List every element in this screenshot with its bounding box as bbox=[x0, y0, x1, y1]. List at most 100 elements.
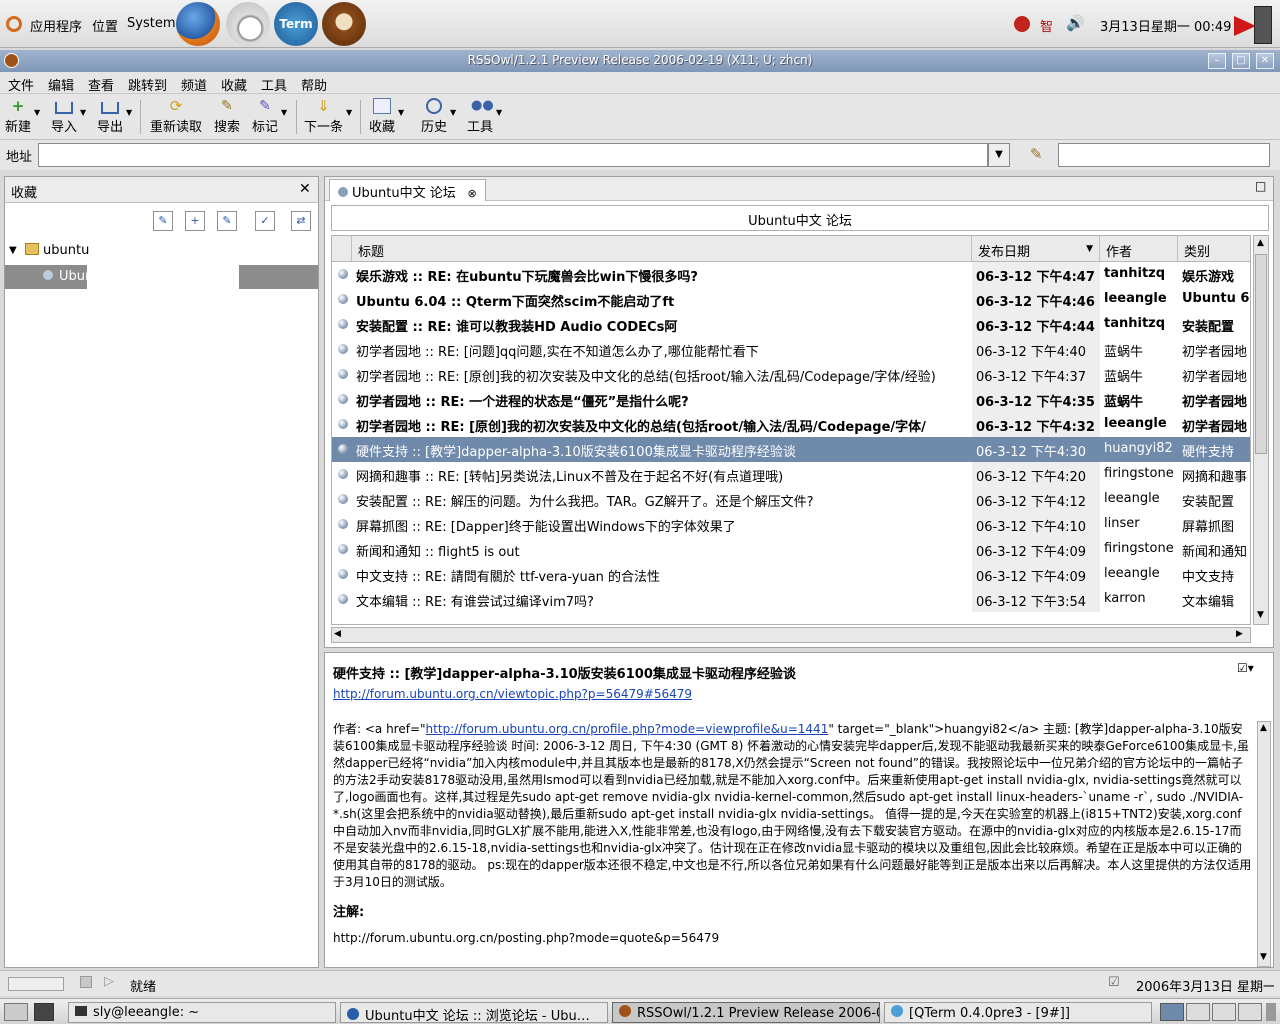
menu-file[interactable]: 文件 bbox=[8, 75, 34, 94]
close-icon[interactable]: ✕ bbox=[299, 181, 311, 197]
status-check-icon[interactable]: ☑ bbox=[1108, 975, 1120, 990]
terminal-launcher-icon[interactable] bbox=[34, 1003, 54, 1021]
task-qterm[interactable]: [QTerm 0.4.0pre3 - [9#]] bbox=[884, 1002, 1152, 1023]
table-row[interactable]: 安装配置 :: RE: 解压的问题。为什么我把。TAR。GZ解开了。还是个解压文… bbox=[332, 487, 1250, 512]
search-button[interactable]: ✎ 搜索 bbox=[214, 98, 240, 135]
owl-icon[interactable] bbox=[322, 2, 366, 46]
preview-options-icon[interactable]: ☑▾ bbox=[1237, 661, 1254, 675]
mail-clock-icon[interactable] bbox=[226, 2, 270, 46]
workspace-4[interactable] bbox=[1238, 1003, 1262, 1021]
workspace-2[interactable] bbox=[1186, 1003, 1210, 1021]
scroll-right-icon[interactable]: ▶ bbox=[1236, 629, 1243, 639]
scroll-down-icon[interactable]: ▼ bbox=[1257, 610, 1264, 620]
preview-scrollbar[interactable]: ▲ ▼ bbox=[1257, 721, 1271, 967]
column-header-title[interactable]: 标题 bbox=[352, 236, 972, 262]
search-icon[interactable]: ✎ bbox=[1030, 145, 1043, 163]
table-row[interactable]: 初学者园地 :: RE: [问题]qq问题,实在不知道怎么办了,哪位能帮忙看下 0… bbox=[332, 337, 1250, 362]
scroll-up-icon[interactable]: ▲ bbox=[1260, 723, 1267, 733]
scroll-thumb[interactable] bbox=[1255, 254, 1267, 454]
chevron-down-icon[interactable]: ▼ bbox=[34, 108, 40, 117]
trash-icon[interactable] bbox=[1266, 1003, 1276, 1021]
task-rssowl[interactable]: RSSOwl/1.2.1 Preview Release 2006-0… bbox=[612, 1002, 880, 1023]
address-dropdown-button[interactable]: ▼ bbox=[988, 143, 1010, 167]
favorites-edit-button[interactable]: ✎ bbox=[217, 211, 237, 231]
table-row[interactable]: 安装配置 :: RE: 谁可以教我装HD Audio CODECs阿 06-3-1… bbox=[332, 312, 1250, 337]
menu-channel[interactable]: 频道 bbox=[181, 75, 207, 94]
chevron-down-icon[interactable]: ▼ bbox=[398, 108, 404, 117]
close-tab-icon[interactable]: ⊗ bbox=[468, 187, 477, 200]
table-row[interactable]: 文本编辑 :: RE: 有谁尝试过编译vim7吗? 06-3-12 下午3:54 k… bbox=[332, 587, 1250, 612]
search-input[interactable] bbox=[1058, 143, 1270, 167]
export-button[interactable]: 导出 bbox=[97, 98, 123, 135]
preview-link[interactable]: http://forum.ubuntu.org.cn/viewtopic.php… bbox=[333, 687, 692, 701]
column-header-date[interactable]: 发布日期 ▼ bbox=[972, 236, 1100, 262]
favorites-link-button[interactable]: ⇄ bbox=[291, 211, 311, 231]
task-firefox[interactable]: Ubuntu中文 论坛 :: 浏览论坛 - Ubu… bbox=[340, 1002, 608, 1023]
table-row[interactable]: 初学者园地 :: RE: [原创]我的初次安装及中文化的总结(包括root/输入… bbox=[332, 412, 1250, 437]
tree-item-ubuntu[interactable]: ubuntu bbox=[43, 243, 89, 258]
close-button[interactable]: ✕ bbox=[1256, 53, 1274, 69]
author-profile-link[interactable]: http://forum.ubuntu.org.cn/profile.php?m… bbox=[426, 722, 829, 736]
chevron-down-icon[interactable]: ▼ bbox=[496, 108, 502, 117]
favorites-search-button[interactable]: ✎ bbox=[153, 211, 173, 231]
table-row[interactable]: 新闻和通知 :: flight5 is out 06-3-12 下午4:09 fir… bbox=[332, 537, 1250, 562]
column-header-author[interactable]: 作者 bbox=[1100, 236, 1178, 262]
show-desktop-icon[interactable] bbox=[4, 1003, 28, 1021]
menu-favorites[interactable]: 收藏 bbox=[221, 75, 247, 94]
task-terminal[interactable]: sly@leeangle: ~ bbox=[68, 1002, 336, 1023]
import-button[interactable]: 导入 bbox=[51, 98, 77, 135]
menu-help[interactable]: 帮助 bbox=[301, 75, 327, 94]
input-method-indicator[interactable]: 智 bbox=[1040, 16, 1053, 35]
horizontal-scrollbar[interactable]: ◀ ▶ bbox=[331, 627, 1251, 643]
table-row[interactable]: 初学者园地 :: RE: 一个进程的状态是“僵死”是指什么呢? 06-3-12 下… bbox=[332, 387, 1250, 412]
table-row[interactable]: 硬件支持 :: [教学]dapper-alpha-3.10版安装6100集成显卡… bbox=[332, 437, 1250, 462]
ubuntu-logo-icon[interactable] bbox=[6, 16, 22, 32]
network-icon[interactable] bbox=[1014, 16, 1030, 32]
column-header-icon[interactable] bbox=[332, 236, 352, 262]
volume-icon[interactable]: 🔊 bbox=[1066, 14, 1085, 32]
menu-goto[interactable]: 跳转到 bbox=[128, 75, 167, 94]
chevron-down-icon[interactable]: ▼ bbox=[281, 108, 287, 117]
new-button[interactable]: + 新建 bbox=[5, 98, 31, 135]
chevron-down-icon[interactable]: ▼ bbox=[126, 108, 132, 117]
vertical-scrollbar[interactable]: ▲ ▼ bbox=[1253, 235, 1269, 625]
workspace-1[interactable] bbox=[1160, 1003, 1184, 1021]
places-menu[interactable]: 位置 bbox=[92, 16, 118, 35]
column-header-category[interactable]: 类别 bbox=[1178, 236, 1250, 262]
firefox-icon[interactable] bbox=[176, 2, 220, 46]
reload-button[interactable]: ⟳ 重新读取 bbox=[150, 98, 202, 135]
table-row[interactable]: 娱乐游戏 :: RE: 在ubuntu下玩魔兽会比win下慢很多吗? 06-3-1… bbox=[332, 262, 1250, 287]
applications-menu[interactable]: 应用程序 bbox=[30, 16, 82, 35]
menu-view[interactable]: 查看 bbox=[88, 75, 114, 94]
stop-icon[interactable] bbox=[80, 976, 92, 988]
next-button[interactable]: ⇓ 下一条 bbox=[304, 98, 343, 135]
workspace-3[interactable] bbox=[1212, 1003, 1236, 1021]
tools-button[interactable]: ●● 工具 bbox=[467, 98, 494, 135]
menu-tools[interactable]: 工具 bbox=[261, 75, 287, 94]
address-input[interactable] bbox=[38, 143, 988, 167]
scroll-up-icon[interactable]: ▲ bbox=[1257, 238, 1264, 248]
play-icon[interactable]: ▷ bbox=[104, 974, 114, 989]
window-titlebar[interactable]: RSSOwl/1.2.1 Preview Release 2006-02-19 … bbox=[0, 50, 1280, 72]
system-menu[interactable]: System bbox=[127, 16, 175, 31]
menu-edit[interactable]: 编辑 bbox=[48, 75, 74, 94]
tab-ubuntu-forum[interactable]: Ubuntu中文 论坛 ⊗ bbox=[329, 179, 486, 201]
scroll-down-icon[interactable]: ▼ bbox=[1260, 952, 1267, 962]
logout-icon[interactable] bbox=[1234, 6, 1274, 44]
table-row[interactable]: 初学者园地 :: RE: [原创]我的初次安装及中文化的总结(包括root/输入… bbox=[332, 362, 1250, 387]
tree-item-ubuntu-forum[interactable]: Ubun bbox=[5, 265, 318, 289]
history-button[interactable]: 历史 bbox=[421, 98, 447, 135]
favorites-button[interactable]: 收藏 bbox=[369, 98, 395, 135]
tree-expand-icon[interactable]: ▼ bbox=[9, 245, 17, 256]
table-row[interactable]: 屏幕抓图 :: RE: [Dapper]终于能设置出Windows下的字体效果了… bbox=[332, 512, 1250, 537]
maximize-button[interactable]: □ bbox=[1232, 53, 1250, 69]
scroll-left-icon[interactable]: ◀ bbox=[334, 629, 341, 639]
favorites-add-button[interactable]: + bbox=[185, 211, 205, 231]
terminal-icon[interactable]: Term bbox=[274, 2, 318, 46]
maximize-pane-icon[interactable]: □ bbox=[1255, 179, 1266, 193]
mark-button[interactable]: ✎ 标记 bbox=[252, 98, 278, 135]
minimize-button[interactable]: – bbox=[1208, 53, 1226, 69]
chevron-down-icon[interactable]: ▼ bbox=[450, 108, 456, 117]
favorites-mark-button[interactable]: ✓ bbox=[255, 211, 275, 231]
table-row[interactable]: 网摘和趣事 :: RE: [转帖]另类说法,Linux不普及在于起名不好(有点道… bbox=[332, 462, 1250, 487]
